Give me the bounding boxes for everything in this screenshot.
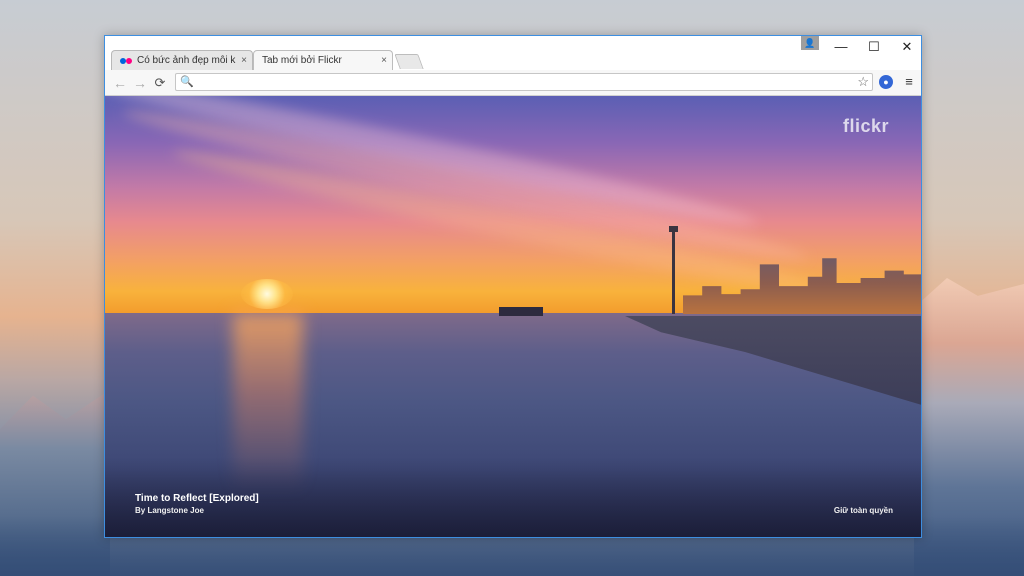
tab-flickr-article[interactable]: Có bức ảnh đẹp mỗi khi b × xyxy=(111,50,253,70)
user-profile-icon[interactable]: 👤 xyxy=(801,36,819,50)
photo-author-link[interactable]: By Langstone Joe xyxy=(135,506,204,515)
observation-tower xyxy=(672,226,675,314)
rights-link[interactable]: Giữ toàn quyền xyxy=(834,506,893,515)
flickr-logo[interactable]: flickr xyxy=(843,116,889,137)
reload-icon[interactable]: ⟳ xyxy=(151,74,169,92)
browser-window: Có bức ảnh đẹp mỗi khi b × Tab mới bởi F… xyxy=(104,35,922,538)
address-bar[interactable]: 🔍 ☆ xyxy=(175,73,873,92)
tab-new-tab-flickr[interactable]: Tab mới bởi Flickr × xyxy=(253,50,393,70)
browser-toolbar: ← → ⟳ 🔍 ☆ ● ≡ xyxy=(105,70,921,96)
tab-title: Tab mới bởi Flickr xyxy=(262,55,342,66)
flickr-favicon-icon xyxy=(120,57,134,65)
new-tab-button[interactable] xyxy=(394,54,424,69)
forward-arrow-icon[interactable]: → xyxy=(131,74,149,92)
search-icon: 🔍 xyxy=(180,76,194,88)
sunset-sky xyxy=(105,96,921,313)
new-tab-page: flickr Time to Reflect [Explored] By Lan… xyxy=(105,96,921,537)
tab-close-icon[interactable]: × xyxy=(236,55,252,66)
menu-icon[interactable]: ≡ xyxy=(902,74,916,90)
close-window-button[interactable]: ✕ xyxy=(894,38,920,56)
extension-icon[interactable]: ● xyxy=(879,75,893,89)
photo-title-link[interactable]: Time to Reflect [Explored] xyxy=(135,493,259,504)
pier xyxy=(499,307,543,316)
minimize-button[interactable]: — xyxy=(828,38,854,56)
address-input[interactable] xyxy=(196,74,840,92)
back-arrow-icon[interactable]: ← xyxy=(111,74,129,92)
bookmark-star-icon[interactable]: ☆ xyxy=(857,74,869,90)
tab-close-icon[interactable]: × xyxy=(376,55,392,66)
sun xyxy=(241,279,293,309)
maximize-button[interactable]: ☐ xyxy=(861,38,887,56)
title-bar: Có bức ảnh đẹp mỗi khi b × Tab mới bởi F… xyxy=(105,36,921,70)
tab-title: Có bức ảnh đẹp mỗi khi b xyxy=(137,55,236,66)
